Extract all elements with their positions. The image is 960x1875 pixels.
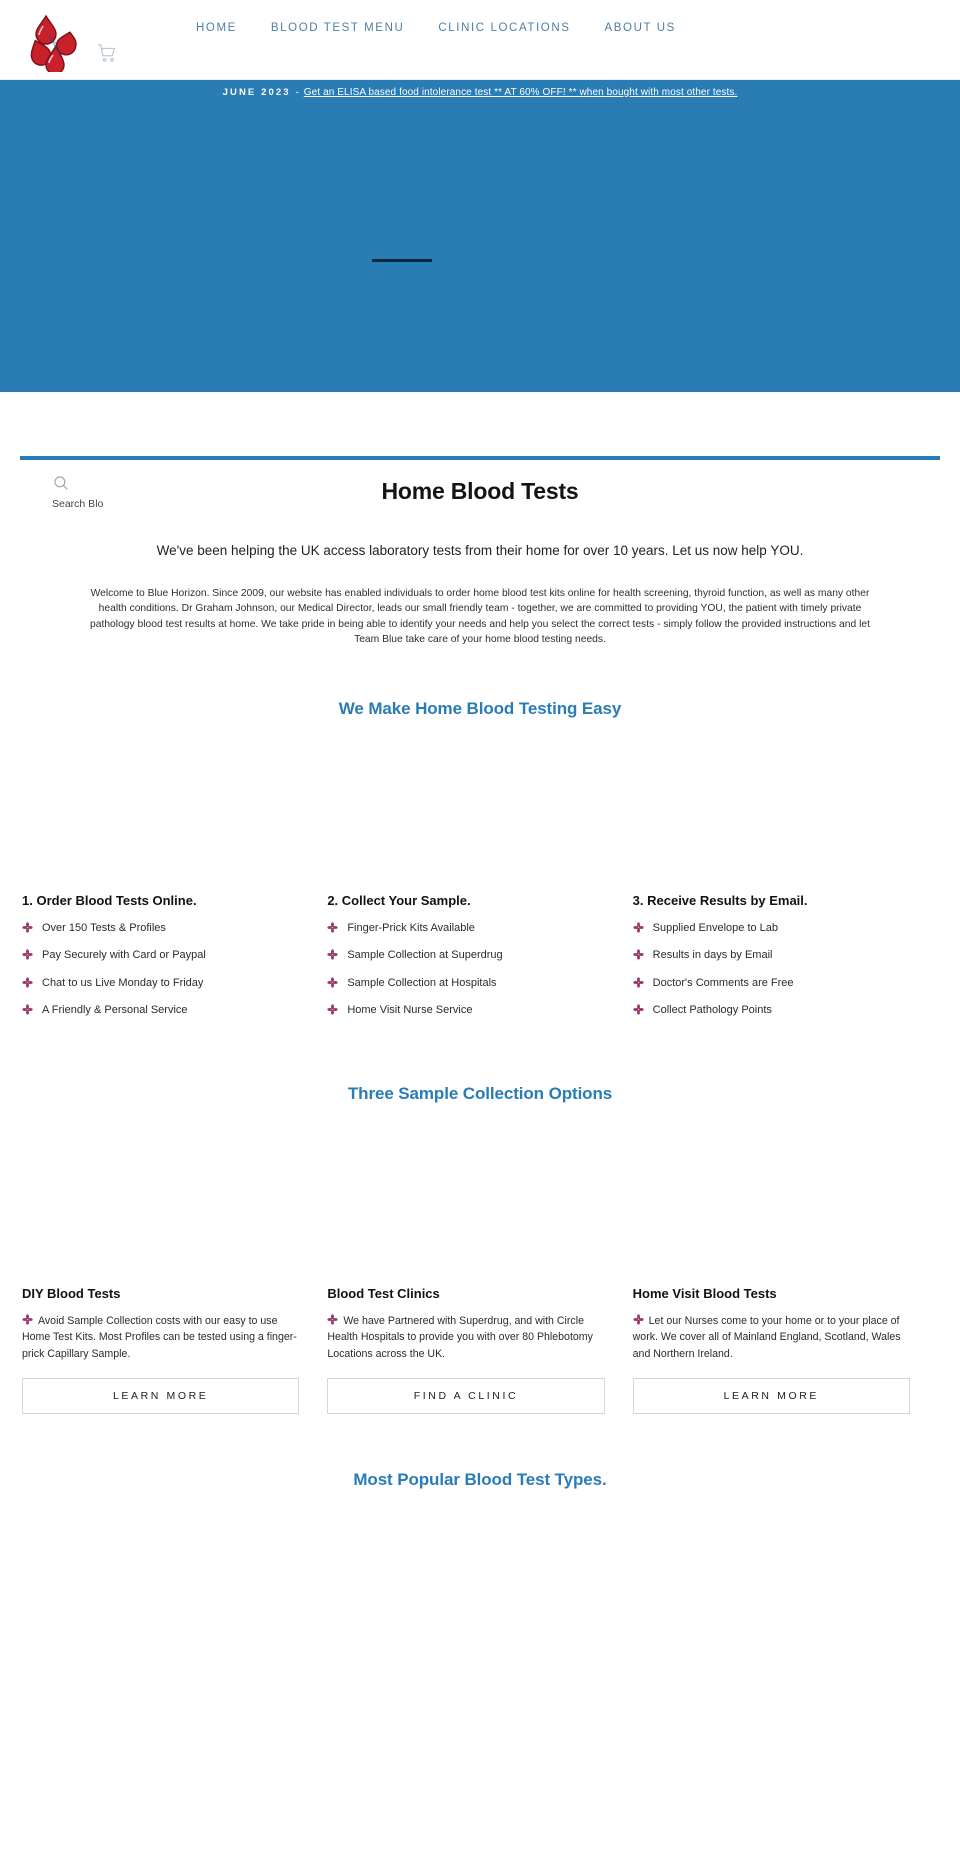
steps-columns: 1. Order Blood Tests Online. Over 150 Te… (0, 893, 960, 1030)
list-item: Finger-Prick Kits Available (327, 921, 604, 935)
nav-link-clinic-locations[interactable]: CLINIC LOCATIONS (438, 22, 570, 34)
list-item-label: Over 150 Tests & Profiles (42, 922, 166, 935)
promo-date: JUNE 2023 (222, 86, 291, 98)
flower-bullet-icon (633, 977, 644, 988)
title-row: Search Blo Home Blood Tests (0, 460, 960, 520)
promo-separator: - (295, 86, 299, 98)
flower-bullet-icon (22, 977, 33, 988)
step-title: 1. Order Blood Tests Online. (22, 893, 197, 909)
list-item-label: Chat to us Live Monday to Friday (42, 976, 204, 989)
section-heading-easy: We Make Home Blood Testing Easy (338, 699, 622, 719)
step-column-3: 3. Receive Results by Email. Supplied En… (633, 893, 938, 1030)
card-text: We have Partnered with Superdrug, and wi… (327, 1313, 604, 1361)
learn-more-button-diy[interactable]: LEARN MORE (22, 1377, 300, 1414)
nav-link-home[interactable]: HOME (196, 22, 237, 34)
hero-spacer (0, 392, 960, 456)
list-item-label: Supplied Envelope to Lab (652, 922, 779, 935)
card-text-body: Let our Nurses come to your home or to y… (632, 1315, 901, 1360)
hero-divider-rule (372, 259, 432, 262)
list-item: Over 150 Tests & Profiles (22, 921, 299, 935)
nav-link-blood-test-menu[interactable]: BLOOD TEST MENU (271, 22, 405, 34)
flower-bullet-icon (633, 1314, 644, 1325)
list-item: Results in days by Email (633, 948, 910, 962)
hero-banner (0, 104, 960, 392)
collection-illustration-spacer (0, 1104, 960, 1286)
learn-more-button-home-visit[interactable]: LEARN MORE (632, 1377, 910, 1414)
list-item: Sample Collection at Hospitals (327, 976, 604, 990)
list-item: Pay Securely with Card or Paypal (22, 948, 299, 962)
list-item-label: A Friendly & Personal Service (42, 1004, 188, 1017)
list-item: Sample Collection at Superdrug (327, 948, 604, 962)
step-title: 2. Collect Your Sample. (327, 893, 471, 909)
card-title: Blood Test Clinics (327, 1286, 440, 1302)
page-title: Home Blood Tests (381, 478, 579, 504)
list-item-label: Results in days by Email (652, 949, 773, 962)
flower-bullet-icon (22, 1004, 33, 1015)
intro-body-text: Welcome to Blue Horizon. Since 2009, our… (90, 588, 870, 645)
flower-bullet-icon (633, 949, 644, 961)
card-text-body: We have Partnered with Superdrug, and wi… (327, 1315, 593, 1360)
flower-bullet-icon (22, 1314, 33, 1325)
list-item-label: Doctor's Comments are Free (652, 976, 794, 989)
list-item: Doctor's Comments are Free (633, 976, 910, 990)
step-title: 3. Receive Results by Email. (632, 893, 808, 909)
collection-card-diy: DIY Blood Tests Avoid Sample Collection … (22, 1286, 327, 1414)
list-item-label: Home Visit Nurse Service (347, 1004, 473, 1017)
step-column-1: 1. Order Blood Tests Online. Over 150 Te… (22, 893, 327, 1030)
flower-bullet-icon (327, 949, 338, 961)
list-item-label: Sample Collection at Superdrug (347, 949, 503, 962)
flower-bullet-icon (22, 922, 33, 933)
list-item: Collect Pathology Points (633, 1003, 910, 1017)
list-item: A Friendly & Personal Service (22, 1003, 299, 1017)
card-text-body: Avoid Sample Collection costs with our e… (22, 1315, 297, 1360)
promo-offer-link[interactable]: Get an ELISA based food intolerance test… (304, 87, 738, 98)
intro-lead-text: We've been helping the UK access laborat… (156, 543, 804, 558)
cart-button[interactable] (96, 42, 118, 64)
list-item: Supplied Envelope to Lab (633, 921, 910, 935)
step-column-2: 2. Collect Your Sample. Finger-Prick Kit… (327, 893, 632, 1030)
list-item-label: Sample Collection at Hospitals (347, 976, 497, 989)
flower-bullet-icon (633, 1004, 644, 1015)
steps-illustration-spacer (0, 719, 960, 893)
list-item-label: Finger-Prick Kits Available (347, 922, 475, 935)
collection-card-clinics: Blood Test Clinics We have Partnered wit… (327, 1286, 632, 1414)
flower-bullet-icon (327, 977, 338, 988)
list-item: Home Visit Nurse Service (327, 1003, 604, 1017)
card-text: Avoid Sample Collection costs with our e… (22, 1313, 299, 1361)
flower-bullet-icon (327, 922, 338, 933)
collection-cards: DIY Blood Tests Avoid Sample Collection … (0, 1286, 960, 1414)
flower-bullet-icon (633, 922, 644, 933)
find-a-clinic-button[interactable]: FIND A CLINIC (327, 1377, 605, 1414)
flower-bullet-icon (327, 1004, 338, 1015)
list-item-label: Pay Securely with Card or Paypal (42, 949, 206, 962)
card-title: DIY Blood Tests (22, 1286, 121, 1302)
step-bullet-list: Finger-Prick Kits Available Sample Colle… (327, 921, 604, 1017)
blood-drop-butterfly-logo-icon: bluehorizon (30, 14, 77, 72)
flower-bullet-icon (22, 949, 33, 961)
step-bullet-list: Over 150 Tests & Profiles Pay Securely w… (22, 921, 299, 1017)
list-item: Chat to us Live Monday to Friday (22, 976, 299, 990)
site-logo[interactable]: bluehorizon (24, 10, 86, 72)
flower-bullet-icon (327, 1314, 338, 1325)
card-text: Let our Nurses come to your home or to y… (633, 1313, 910, 1361)
card-title: Home Visit Blood Tests (632, 1286, 777, 1302)
section-heading-popular-types: Most Popular Blood Test Types. (353, 1469, 607, 1489)
promo-banner: JUNE 2023 - Get an ELISA based food into… (0, 80, 960, 104)
section-heading-collection-options: Three Sample Collection Options (347, 1084, 613, 1104)
collection-card-home-visit: Home Visit Blood Tests Let our Nurses co… (632, 1286, 938, 1414)
list-item-label: Collect Pathology Points (652, 1004, 772, 1017)
step-bullet-list: Supplied Envelope to Lab Results in days… (633, 921, 910, 1017)
site-header: bluehorizon HOME BLOOD TEST MENU CLINIC … (0, 0, 960, 80)
nav-link-about-us[interactable]: ABOUT US (605, 22, 676, 34)
primary-navigation: HOME BLOOD TEST MENU CLINIC LOCATIONS AB… (196, 22, 676, 34)
shopping-cart-icon (97, 44, 116, 62)
